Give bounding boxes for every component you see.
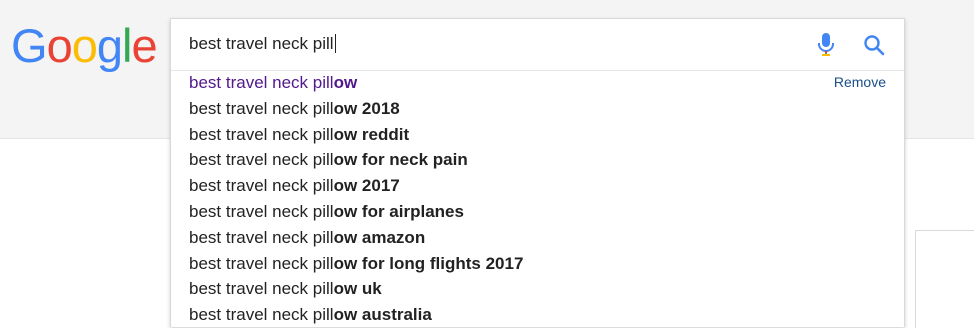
logo-letter: o bbox=[46, 19, 73, 72]
suggestion-completion: ow australia bbox=[333, 305, 432, 325]
suggestion-item[interactable]: best travel neck pillow for neck pain bbox=[171, 147, 904, 173]
suggestion-item[interactable]: best travel neck pillow Remove bbox=[171, 70, 904, 96]
search-input-row[interactable]: best travel neck pill bbox=[171, 19, 904, 71]
suggestion-item[interactable]: best travel neck pillow uk bbox=[171, 276, 904, 302]
suggestion-prefix: best travel neck pill bbox=[189, 73, 334, 92]
suggestion-completion: ow 2018 bbox=[333, 98, 400, 118]
logo-letter: g bbox=[96, 19, 123, 72]
google-logo[interactable]: Google bbox=[11, 18, 158, 74]
suggestion-item[interactable]: best travel neck pillow 2018 bbox=[171, 96, 904, 122]
text-caret bbox=[334, 34, 336, 53]
search-input[interactable]: best travel neck pill bbox=[189, 34, 336, 54]
suggestion-prefix: best travel neck pill bbox=[189, 227, 334, 247]
suggestion-completion: ow for airplanes bbox=[333, 201, 464, 221]
microphone-icon[interactable] bbox=[817, 32, 835, 58]
suggestion-prefix: best travel neck pill bbox=[189, 305, 334, 325]
search-box: best travel neck pill best travel neck p… bbox=[170, 18, 905, 327]
suggestion-prefix: best travel neck pill bbox=[189, 176, 334, 196]
suggestion-prefix: best travel neck pill bbox=[189, 279, 334, 299]
suggestion-completion: ow 2017 bbox=[333, 176, 400, 196]
search-icon[interactable] bbox=[862, 33, 886, 57]
suggestion-item[interactable]: best travel neck pillow reddit bbox=[171, 122, 904, 148]
suggestion-item[interactable]: best travel neck pillow for long flights… bbox=[171, 251, 904, 277]
logo-letter: e bbox=[131, 19, 157, 72]
suggestion-prefix: best travel neck pill bbox=[189, 124, 334, 144]
logo-letter: G bbox=[11, 19, 48, 72]
suggestion-completion: ow amazon bbox=[333, 227, 426, 247]
suggestion-prefix: best travel neck pill bbox=[189, 150, 334, 170]
suggestion-completion: ow reddit bbox=[333, 124, 410, 144]
suggestion-completion: ow for neck pain bbox=[333, 150, 468, 170]
suggestion-prefix: best travel neck pill bbox=[189, 201, 334, 221]
suggestion-completion: ow uk bbox=[333, 279, 382, 299]
suggestion-item[interactable]: best travel neck pillow 2017 bbox=[171, 173, 904, 199]
suggestion-item[interactable]: best travel neck pillow for airplanes bbox=[171, 199, 904, 225]
suggestion-prefix: best travel neck pill bbox=[189, 98, 334, 118]
suggestion-item[interactable]: best travel neck pillow australia bbox=[171, 302, 904, 328]
logo-letter: l bbox=[121, 19, 133, 72]
suggestions-list: best travel neck pillow Remove best trave… bbox=[171, 70, 904, 328]
suggestion-completion: ow bbox=[333, 73, 358, 92]
suggestion-item[interactable]: best travel neck pillow amazon bbox=[171, 225, 904, 251]
remove-link[interactable]: Remove bbox=[834, 70, 886, 96]
search-query-text: best travel neck pill bbox=[189, 34, 334, 53]
result-card-edge bbox=[915, 230, 974, 328]
suggestion-completion: ow for long flights 2017 bbox=[333, 253, 524, 273]
logo-letter: o bbox=[71, 19, 98, 72]
suggestion-prefix: best travel neck pill bbox=[189, 253, 334, 273]
